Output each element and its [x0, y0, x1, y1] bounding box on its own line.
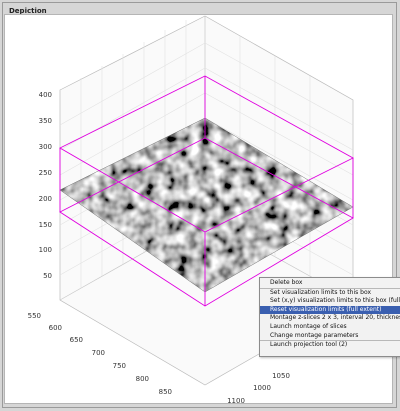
- z-tick-label: 300: [39, 143, 52, 151]
- y-tick-label: 700: [92, 349, 105, 357]
- x-tick-label: 1100: [227, 397, 245, 405]
- z-tick-label: 400: [39, 91, 52, 99]
- menu-item-change-montage-params[interactable]: Change montage parameters: [260, 332, 400, 341]
- x-tick-label: 1000: [253, 384, 271, 392]
- y-tick-label: 750: [113, 362, 126, 370]
- z-axis-ticks: 50 100 150 200 250 300 350 400: [39, 91, 52, 280]
- y-tick-label: 800: [136, 375, 149, 383]
- z-tick-label: 100: [39, 246, 52, 254]
- y-tick-label: 600: [49, 324, 62, 332]
- y-tick-label: 550: [28, 312, 41, 320]
- z-tick-label: 250: [39, 169, 52, 177]
- z-tick-label: 350: [39, 117, 52, 125]
- z-tick-label: 150: [39, 221, 52, 229]
- z-tick-label: 200: [39, 195, 52, 203]
- x-axis-ticks: 1000 1050 1100: [227, 372, 290, 405]
- context-menu: Delete box Set visualization limits to t…: [259, 277, 400, 357]
- menu-item-launch-projection[interactable]: Launch projection tool (2): [260, 340, 400, 350]
- menu-item-set-limits-box[interactable]: Set visualization limits to this box: [260, 287, 400, 298]
- menu-item-set-xy-limits[interactable]: Set (x,y) visualization limits to this b…: [260, 297, 400, 306]
- y-tick-label: 850: [159, 388, 172, 396]
- menu-item-reset-limits[interactable]: Reset visualization limits (full extent): [260, 305, 400, 315]
- menu-item-launch-montage[interactable]: Launch montage of slices: [260, 323, 400, 332]
- menu-item-delete-box[interactable]: Delete box: [260, 279, 400, 288]
- menu-item-montage-slices[interactable]: Montage z-slices 2 x 3, interval 20, thi…: [260, 314, 400, 323]
- x-tick-label: 1050: [272, 372, 290, 380]
- z-tick-label: 50: [43, 272, 52, 280]
- y-tick-label: 650: [70, 336, 83, 344]
